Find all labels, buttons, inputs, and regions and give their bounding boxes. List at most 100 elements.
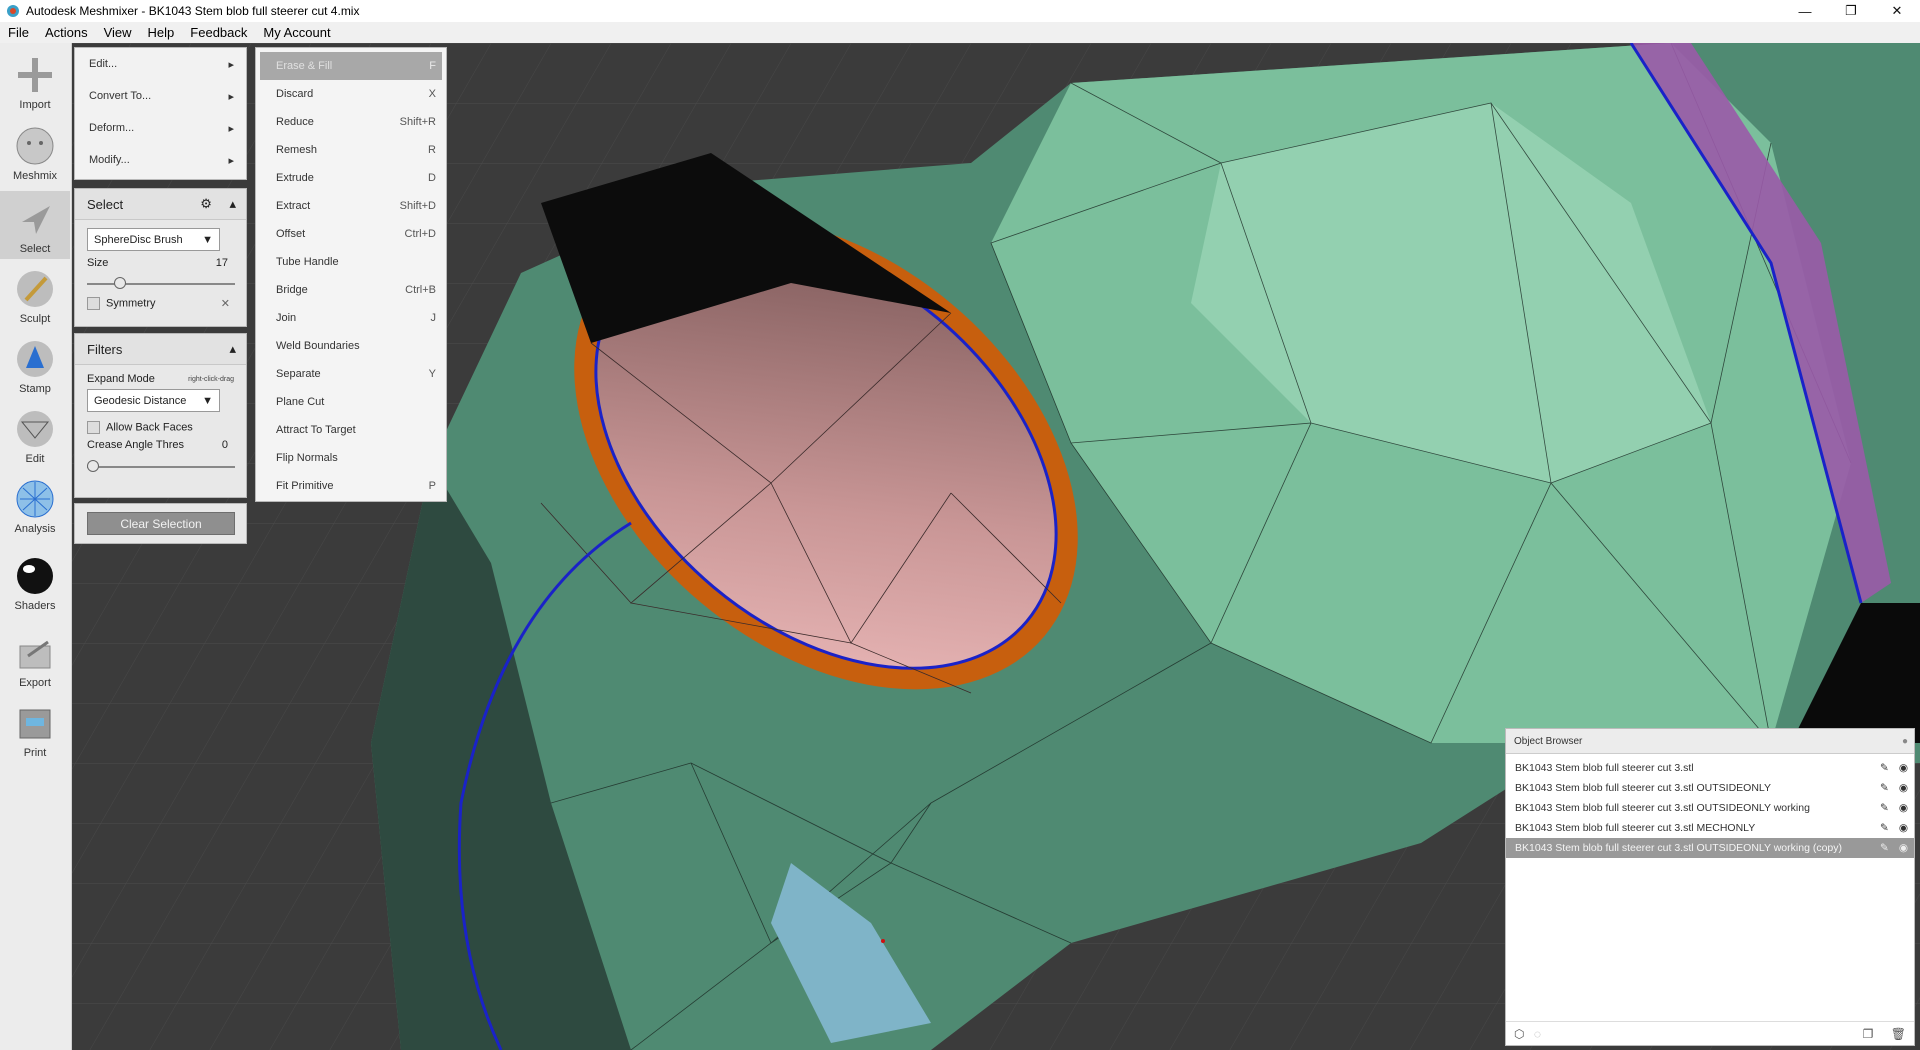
tool-print[interactable]: Print	[0, 695, 70, 763]
select-arrow-icon	[22, 206, 50, 234]
object-row-selected[interactable]: BK1043 Stem blob full steerer cut 3.stl …	[1506, 838, 1914, 858]
edit-object-icon[interactable]: ✎	[1880, 762, 1889, 774]
select-panel: Select ⚙ ▴ SphereDisc Brush ▼ Size 17 Sym…	[74, 188, 247, 327]
expand-mode-select[interactable]: Geodesic Distance ▼	[87, 389, 220, 412]
tool-shaders[interactable]: Shaders	[0, 548, 70, 616]
chevron-right-icon: ▸	[228, 122, 234, 135]
tool-label: Edit	[25, 453, 45, 465]
trash-icon[interactable]: 🗑	[1891, 1027, 1906, 1041]
edit-submenu: Erase & Fill F Discard X Reduce Shift+R Rem…	[255, 47, 447, 502]
filters-panel: Filters ▴ Expand Mode right-click-drag G…	[74, 333, 247, 498]
window-title: Autodesk Meshmixer - BK1043 Stem blob fu…	[26, 4, 360, 18]
submenu-item-extract[interactable]: Extract Shift+D	[256, 192, 446, 220]
visibility-eye-icon[interactable]: ◉	[1899, 842, 1908, 854]
crease-angle-label: Crease Angle Thres	[87, 439, 185, 451]
menu-actions[interactable]: Actions	[37, 25, 96, 40]
edit-object-icon[interactable]: ✎	[1880, 842, 1889, 854]
panel-title: Filters	[87, 341, 123, 357]
left-toolbar: Import Meshmix Select Sculpt Stamp Edit …	[0, 43, 72, 1050]
visibility-eye-icon[interactable]: ◉	[1899, 822, 1908, 834]
menu-my-account[interactable]: My Account	[255, 25, 338, 40]
menu-help[interactable]: Help	[140, 25, 183, 40]
menu-item-convert-to[interactable]: Convert To... ▸	[75, 80, 246, 112]
edit-object-icon[interactable]: ✎	[1880, 802, 1889, 814]
chevron-right-icon: ▸	[228, 154, 234, 167]
visibility-eye-icon[interactable]: ◉	[1899, 762, 1908, 774]
clear-selection-button[interactable]: Clear Selection	[87, 512, 235, 535]
submenu-item-remesh[interactable]: Remesh R	[256, 136, 446, 164]
menu-item-modify[interactable]: Modify... ▸	[75, 144, 246, 176]
symmetry-checkbox[interactable]	[87, 297, 100, 310]
title-bar: Autodesk Meshmixer - BK1043 Stem blob fu…	[0, 0, 1920, 22]
tool-sculpt[interactable]: Sculpt	[0, 261, 70, 329]
symmetry-tool-icon[interactable]: ✕	[221, 297, 230, 310]
menu-item-edit[interactable]: Edit... ▸	[75, 48, 246, 80]
submenu-item-plane-cut[interactable]: Plane Cut	[256, 388, 446, 416]
size-slider-thumb[interactable]	[114, 277, 127, 289]
edit-menu: Edit... ▸ Convert To... ▸ Deform... ▸ Modif…	[74, 47, 247, 180]
allow-back-faces-option[interactable]: Allow Back Faces	[87, 421, 234, 434]
collapse-icon[interactable]: ▴	[229, 196, 236, 211]
chevron-right-icon: ▸	[228, 90, 234, 103]
tool-select[interactable]: Select	[0, 191, 70, 259]
object-browser-header: Object Browser ●	[1506, 729, 1914, 754]
clear-selection-panel: Clear Selection	[74, 503, 247, 544]
edit-object-icon[interactable]: ✎	[1880, 782, 1889, 794]
tool-label: Shaders	[14, 600, 56, 612]
close-icon[interactable]: ●	[1902, 736, 1908, 747]
object-row[interactable]: BK1043 Stem blob full steerer cut 3.stl …	[1506, 798, 1914, 818]
sculpt-brush-icon	[17, 271, 53, 307]
menu-feedback[interactable]: Feedback	[182, 25, 255, 40]
collapse-icon[interactable]: ▴	[229, 341, 236, 357]
visibility-eye-icon[interactable]: ◉	[1899, 782, 1908, 794]
submenu-item-bridge[interactable]: Bridge Ctrl+B	[256, 276, 446, 304]
submenu-item-discard[interactable]: Discard X	[256, 80, 446, 108]
brush-type-select[interactable]: SphereDisc Brush ▼	[87, 228, 220, 251]
tool-label: Meshmix	[12, 170, 57, 182]
submenu-item-flip-normals[interactable]: Flip Normals	[256, 444, 446, 472]
edit-object-icon[interactable]: ✎	[1880, 822, 1889, 834]
submenu-item-erase-fill[interactable]: Erase & Fill F	[260, 52, 442, 80]
submenu-item-tube-handle[interactable]: Tube Handle	[256, 248, 446, 276]
tool-edit[interactable]: Edit	[0, 401, 70, 469]
visibility-eye-icon[interactable]: ◉	[1899, 802, 1908, 814]
duplicate-icon[interactable]: ❐	[1863, 1027, 1874, 1041]
tool-import[interactable]: Import	[0, 47, 70, 115]
object-row[interactable]: BK1043 Stem blob full steerer cut 3.stl …	[1506, 778, 1914, 798]
menu-view[interactable]: View	[96, 25, 140, 40]
submenu-item-reduce[interactable]: Reduce Shift+R	[256, 108, 446, 136]
submenu-item-offset[interactable]: Offset Ctrl+D	[256, 220, 446, 248]
cube-icon[interactable]: ⬡	[1514, 1027, 1524, 1041]
tool-label: Analysis	[14, 523, 56, 535]
refresh-icon[interactable]: ◌	[1534, 1027, 1541, 1041]
allow-back-faces-checkbox[interactable]	[87, 421, 100, 434]
tool-stamp[interactable]: Stamp	[0, 331, 70, 399]
submenu-item-fit-primitive[interactable]: Fit Primitive P	[256, 472, 446, 500]
submenu-item-join[interactable]: Join J	[256, 304, 446, 332]
analysis-icon	[16, 480, 54, 518]
crease-slider-thumb[interactable]	[87, 460, 99, 472]
close-button[interactable]: ✕	[1874, 0, 1920, 22]
expand-mode-hint: right-click-drag	[188, 375, 234, 383]
size-slider[interactable]	[87, 277, 235, 289]
submenu-item-extrude[interactable]: Extrude D	[256, 164, 446, 192]
menu-file[interactable]: File	[0, 25, 37, 40]
submenu-item-weld-boundaries[interactable]: Weld Boundaries	[256, 332, 446, 360]
crease-angle-value: 0	[221, 439, 228, 451]
gear-icon[interactable]: ⚙	[200, 196, 212, 211]
menu-item-deform[interactable]: Deform... ▸	[75, 112, 246, 144]
meshmix-icon	[16, 127, 54, 165]
submenu-item-separate[interactable]: Separate Y	[256, 360, 446, 388]
object-row[interactable]: BK1043 Stem blob full steerer cut 3.stl …	[1506, 818, 1914, 838]
tool-label: Stamp	[19, 383, 51, 395]
crease-angle-slider[interactable]	[87, 460, 235, 472]
symmetry-option[interactable]: Symmetry	[87, 297, 156, 310]
minimize-button[interactable]: —	[1782, 0, 1828, 22]
submenu-item-attract-to-target[interactable]: Attract To Target	[256, 416, 446, 444]
tool-export[interactable]: Export	[0, 625, 70, 693]
tool-meshmix[interactable]: Meshmix	[0, 118, 70, 186]
select-panel-header: Select ⚙ ▴	[75, 189, 246, 220]
object-row[interactable]: BK1043 Stem blob full steerer cut 3.stl ✎…	[1506, 758, 1914, 778]
tool-analysis[interactable]: Analysis	[0, 471, 70, 539]
maximize-button[interactable]: ❐	[1828, 0, 1874, 22]
